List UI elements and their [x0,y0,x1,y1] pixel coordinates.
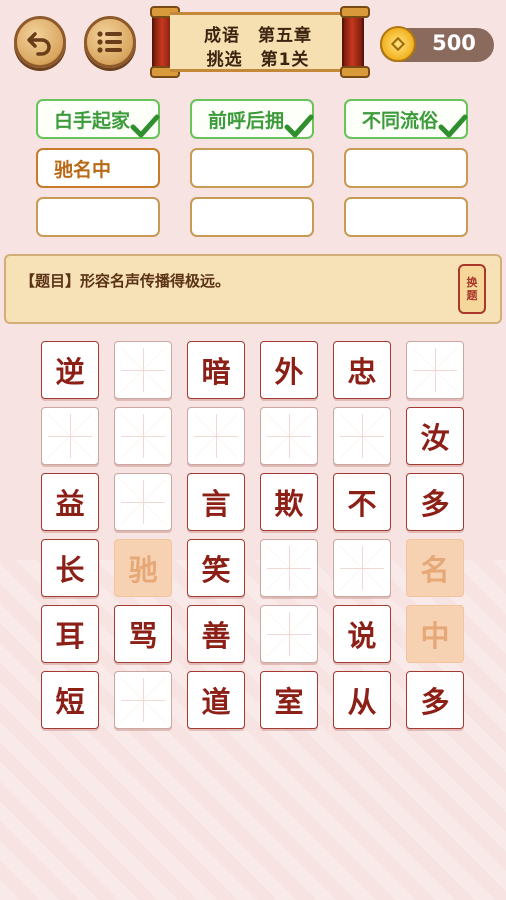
character-tile[interactable]: 说 [333,605,391,663]
character-tile[interactable]: 室 [260,671,318,729]
empty-tile [114,341,172,399]
character-tile[interactable]: 笑 [187,539,245,597]
back-arrow-icon [27,32,51,56]
character-tile[interactable]: 言 [187,473,245,531]
menu-list-icon [97,31,122,53]
character-tile[interactable]: 汝 [406,407,464,465]
menu-button[interactable] [84,16,136,68]
empty-tile [114,473,172,531]
coin-icon [380,26,416,62]
answer-slot[interactable]: 驰名中 [36,148,160,188]
character-tile[interactable]: 耳 [41,605,99,663]
answer-slot[interactable] [36,197,160,237]
empty-tile [114,671,172,729]
empty-tile [260,539,318,597]
empty-tile [333,407,391,465]
checkmark-icon [130,114,160,138]
question-panel: 【题目】形容名声传播得极远。 [4,254,502,324]
character-tile[interactable]: 善 [187,605,245,663]
change-label-2: 题 [466,289,478,302]
answer-text: 白手起家 [54,109,131,132]
answer-slot[interactable]: 白手起家 [36,99,160,139]
answer-text: 前呼后拥 [208,109,285,132]
scroll-paper: 成语 第五章 挑选 第1关 [170,12,346,72]
character-tile[interactable]: 益 [41,473,99,531]
scroll-roll-right [340,6,370,78]
empty-tile [333,539,391,597]
empty-tile [41,407,99,465]
checkmark-icon [284,114,314,138]
answer-slot[interactable] [344,197,468,237]
checkmark-icon [438,114,468,138]
character-tile[interactable]: 驰 [114,539,172,597]
empty-tile [187,407,245,465]
answer-slot[interactable]: 前呼后拥 [190,99,314,139]
character-tile[interactable]: 从 [333,671,391,729]
answer-slot[interactable] [190,197,314,237]
answer-text: 不同流俗 [362,109,439,132]
character-tile[interactable]: 多 [406,671,464,729]
character-tile[interactable]: 多 [406,473,464,531]
change-question-button[interactable]: 换 题 [458,264,486,314]
empty-tile [260,407,318,465]
character-tile[interactable]: 道 [187,671,245,729]
level-title: 挑选 第1关 [206,50,310,70]
character-tile[interactable]: 暗 [187,341,245,399]
chapter-title-scroll: 成语 第五章 挑选 第1关 [150,6,370,78]
answer-slot[interactable]: 不同流俗 [344,99,468,139]
character-tile[interactable]: 不 [333,473,391,531]
character-tile[interactable]: 外 [260,341,318,399]
character-tile[interactable]: 中 [406,605,464,663]
character-tile[interactable]: 欺 [260,473,318,531]
character-tile[interactable]: 长 [41,539,99,597]
answer-slot[interactable] [344,148,468,188]
back-button[interactable] [14,16,66,68]
change-label-1: 换 [466,276,478,289]
character-tile[interactable]: 名 [406,539,464,597]
empty-tile [114,407,172,465]
character-tile[interactable]: 短 [41,671,99,729]
character-tile[interactable]: 逆 [41,341,99,399]
answer-slot[interactable] [190,148,314,188]
empty-tile [260,605,318,663]
chapter-title: 成语 第五章 [204,26,312,46]
empty-tile [406,341,464,399]
answer-text: 驰名中 [54,158,112,181]
coin-count: 500 [432,31,476,55]
character-tile[interactable]: 忠 [333,341,391,399]
question-text: 【题目】形容名声传播得极远。 [20,272,231,290]
character-tile[interactable]: 骂 [114,605,172,663]
